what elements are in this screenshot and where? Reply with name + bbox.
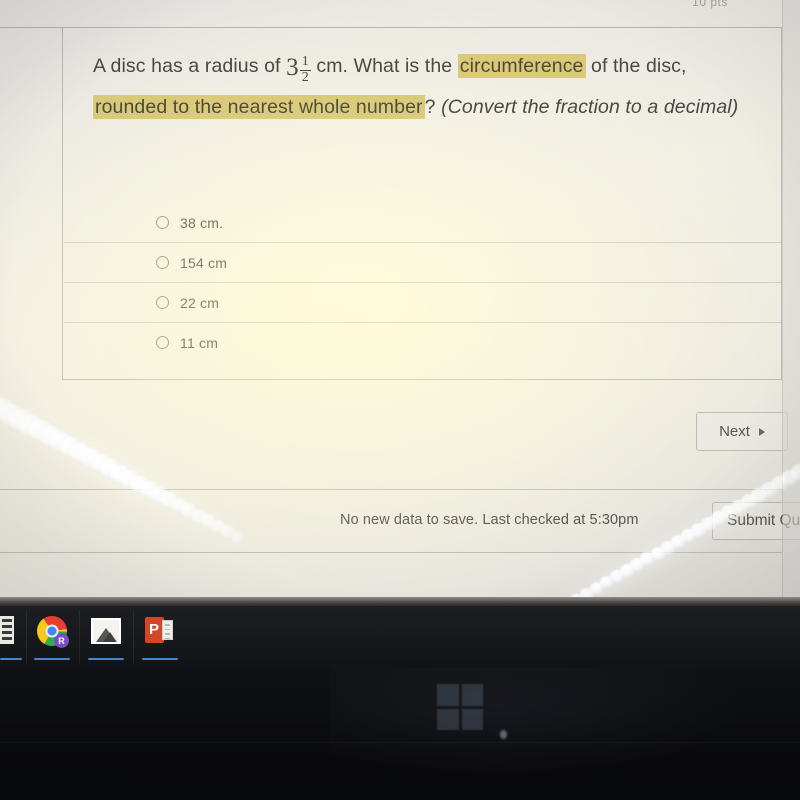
next-button-label: Next	[719, 423, 750, 440]
points-label: 10 pts	[692, 0, 728, 9]
mixed-number: 312	[286, 55, 311, 85]
option-label: 22 cm	[180, 294, 220, 311]
taskbar-active-underline	[88, 657, 124, 660]
chrome-profile-badge: R	[54, 633, 69, 648]
wall-edge-line	[0, 742, 800, 743]
highlighted-term-rounding: rounded to the nearest whole number	[93, 95, 425, 119]
radio-icon[interactable]	[156, 296, 169, 309]
chrome-icon: R	[37, 616, 69, 648]
save-status-text: No new data to save. Last checked at 5:3…	[340, 512, 639, 528]
powerpoint-icon: P	[145, 616, 173, 644]
taskbar-active-underline	[0, 657, 22, 660]
radio-icon[interactable]	[156, 216, 169, 229]
mixed-number-whole: 3	[286, 54, 299, 82]
taskbar-active-underline	[142, 657, 178, 660]
taskbar: R P	[0, 606, 800, 668]
dark-reflection-area	[0, 668, 800, 800]
taskbar-separator	[79, 610, 80, 664]
question-part-2: cm. What is the	[316, 55, 453, 77]
question-text: A disc has a radius of 312 cm. What is t…	[93, 46, 753, 128]
highlighted-term-circumference: circumference	[457, 54, 586, 78]
monitor-photo: 10 pts A disc has a radius of 312 cm. Wh…	[0, 0, 800, 800]
next-button[interactable]: Next	[696, 412, 788, 451]
option-row[interactable]: 22 cm	[64, 282, 782, 322]
radio-icon[interactable]	[156, 256, 169, 269]
save-status-bar: No new data to save. Last checked at 5:3…	[0, 489, 800, 553]
option-label: 38 cm.	[180, 214, 224, 231]
taskbar-item-powerpoint[interactable]: P	[135, 606, 185, 668]
fraction: 12	[299, 54, 311, 85]
option-row[interactable]: 38 cm.	[64, 203, 782, 242]
question-part-1: A disc has a radius of	[93, 55, 281, 77]
option-label: 11 cm	[180, 334, 219, 351]
question-card: A disc has a radius of 312 cm. What is t…	[62, 28, 782, 380]
light-dot-reflection	[500, 730, 507, 739]
option-row[interactable]: 11 cm	[64, 322, 782, 362]
taskbar-separator	[133, 610, 134, 664]
monitor-screen: 10 pts A disc has a radius of 312 cm. Wh…	[0, 0, 800, 601]
question-part-4: ?	[424, 96, 436, 118]
fraction-numerator: 1	[301, 54, 309, 70]
question-parenthetical: (Convert the fraction to a decimal)	[441, 96, 739, 118]
chevron-right-icon	[758, 427, 765, 436]
taskbar-active-underline	[34, 657, 70, 660]
fraction-denominator: 2	[299, 69, 311, 85]
answer-options: 38 cm. 154 cm 22 cm 11 cm	[64, 203, 782, 362]
question-part-3: of the disc,	[591, 55, 687, 77]
page-right-margin	[783, 0, 800, 601]
option-label: 154 cm	[180, 254, 228, 271]
radio-icon[interactable]	[156, 336, 169, 349]
photo-icon	[91, 618, 121, 644]
list-icon	[0, 616, 14, 644]
taskbar-item-photos[interactable]	[81, 606, 131, 668]
windows-logo-reflection	[437, 684, 483, 730]
taskbar-item-chrome[interactable]: R	[27, 606, 77, 668]
wall-glow	[330, 668, 750, 778]
option-row[interactable]: 154 cm	[64, 242, 782, 282]
